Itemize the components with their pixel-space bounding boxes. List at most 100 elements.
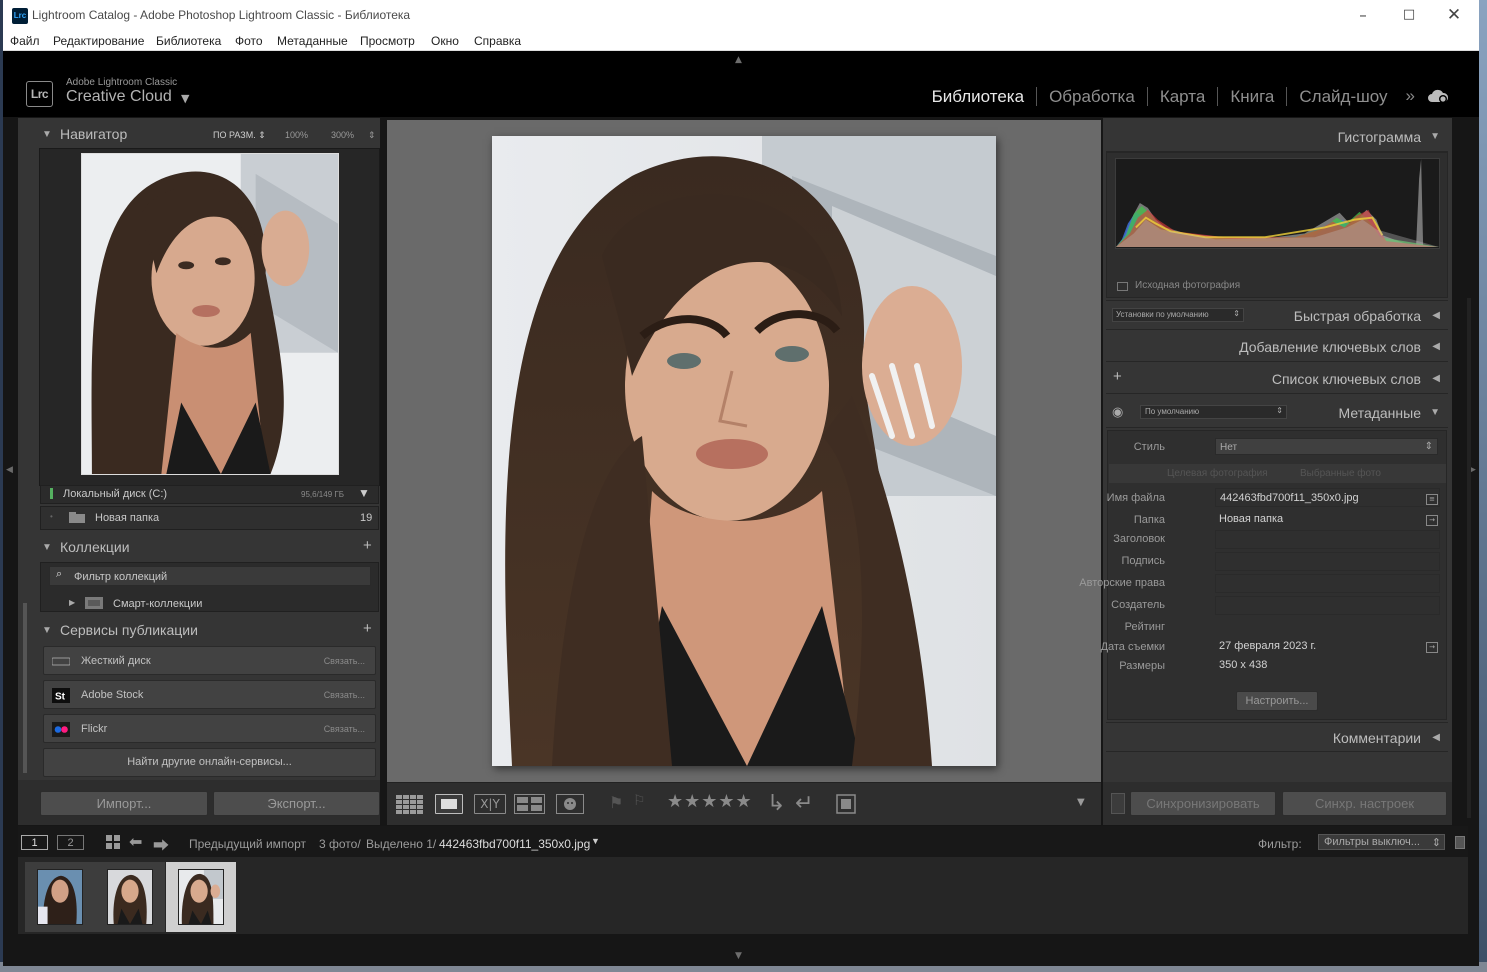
style-select[interactable]: Нет ⇕: [1215, 438, 1438, 455]
menu-view[interactable]: Просмотр: [360, 34, 415, 48]
bottom-panel-toggle-icon[interactable]: ▼: [735, 951, 742, 961]
zoom-100[interactable]: 100%: [285, 130, 308, 140]
filmstrip-filename[interactable]: 442463fbd700f11_350x0.jpg: [439, 837, 590, 851]
add-keyword-icon[interactable]: +: [1113, 368, 1122, 385]
navigator-photo[interactable]: [81, 153, 339, 475]
publish-adobe-stock[interactable]: St Adobe Stock Связать...: [43, 680, 376, 709]
menu-library[interactable]: Библиотека: [156, 34, 221, 48]
collapse-triangle-icon[interactable]: ▼: [42, 625, 52, 636]
forward-arrow-icon[interactable]: ⮕: [153, 832, 169, 856]
rotate-left-icon[interactable]: ↳: [767, 791, 785, 816]
menu-edit[interactable]: Редактирование: [53, 34, 144, 48]
filter-select[interactable]: Фильтры выключ... ⇕: [1318, 834, 1445, 850]
keywording-header[interactable]: Добавление ключевых слов ◀: [1106, 332, 1448, 362]
target-photo-toggle[interactable]: Целевая фотография: [1167, 468, 1268, 479]
menu-window[interactable]: Окно: [431, 34, 459, 48]
preset-select[interactable]: Установки по умолчанию ⇕: [1112, 308, 1244, 322]
add-collection-icon[interactable]: +: [363, 537, 372, 554]
expand-triangle-icon[interactable]: ◀: [1432, 341, 1440, 352]
rating-stars[interactable]: ★★★★★: [667, 791, 753, 812]
auto-sync-toggle[interactable]: [1111, 793, 1125, 814]
primary-display-button[interactable]: 1: [21, 835, 48, 850]
smart-collections-label[interactable]: Смарт-коллекции: [113, 598, 202, 610]
publish-header[interactable]: ▼ Сервисы публикации +: [18, 618, 380, 644]
metadata-preset-select[interactable]: По умолчанию ⇕: [1140, 405, 1287, 419]
eye-icon[interactable]: ◉: [1112, 404, 1123, 420]
import-button[interactable]: Импорт...: [40, 791, 208, 816]
back-arrow-icon[interactable]: ⬅: [129, 832, 142, 852]
filter-lock-icon[interactable]: [1455, 836, 1465, 849]
zoom-stepper-icon[interactable]: ⇕: [368, 130, 376, 141]
collapse-triangle-icon[interactable]: ▼: [1430, 407, 1440, 418]
folder-row[interactable]: [40, 506, 379, 530]
service-connect[interactable]: Связать...: [324, 656, 365, 666]
menu-metadata[interactable]: Метаданные: [277, 34, 348, 48]
publish-hard-drive[interactable]: Жесткий диск Связать...: [43, 646, 376, 675]
comments-header[interactable]: Комментарии ◀: [1106, 722, 1448, 752]
compare-view-icon[interactable]: X|Y: [474, 794, 506, 814]
volume-menu-icon[interactable]: ▼: [358, 486, 370, 500]
sync-metadata-button[interactable]: Синхронизировать: [1130, 791, 1276, 816]
menu-photo[interactable]: Фото: [235, 34, 263, 48]
meta-value-filename[interactable]: 442463fbd700f11_350x0.jpg: [1215, 488, 1440, 507]
publish-flickr[interactable]: Flickr Связать...: [43, 714, 376, 743]
people-view-icon[interactable]: [556, 794, 584, 814]
menu-file[interactable]: Файл: [10, 34, 40, 48]
collapse-triangle-icon[interactable]: ▼: [42, 542, 52, 553]
flag-icon[interactable]: ⚑: [609, 793, 623, 812]
menu-help[interactable]: Справка: [474, 34, 521, 48]
sync-settings-button[interactable]: Синхр. настроек: [1282, 791, 1447, 816]
top-panel-toggle-icon[interactable]: ▲: [735, 55, 742, 65]
go-to-date-icon[interactable]: →: [1426, 642, 1438, 653]
meta-value-title[interactable]: [1215, 530, 1440, 549]
export-button[interactable]: Экспорт...: [213, 791, 380, 816]
minimize-icon[interactable]: –: [1340, 0, 1386, 31]
survey-view-icon[interactable]: [514, 794, 545, 814]
secondary-display-button[interactable]: 2: [57, 835, 84, 850]
loupe-view-icon[interactable]: [435, 794, 463, 814]
collections-header[interactable]: ▼ Коллекции +: [18, 535, 380, 561]
module-develop[interactable]: Обработка: [1036, 86, 1147, 106]
reject-flag-icon[interactable]: ⚐: [633, 793, 646, 809]
go-to-folder-icon[interactable]: →: [1426, 515, 1438, 526]
meta-value-caption[interactable]: [1215, 552, 1440, 571]
filmstrip-thumb-selected[interactable]: [166, 862, 236, 932]
left-panel-toggle-icon[interactable]: ◀: [6, 465, 13, 475]
quick-develop-header[interactable]: Установки по умолчанию ⇕ Быстрая обработк…: [1106, 300, 1448, 330]
filename-menu-icon[interactable]: ▼: [591, 836, 600, 846]
module-slideshow[interactable]: Слайд-шоу: [1286, 86, 1399, 106]
module-map[interactable]: Карта: [1146, 86, 1218, 106]
rotate-right-icon[interactable]: ↵: [795, 791, 813, 816]
original-photo-checkbox[interactable]: [1117, 282, 1128, 291]
service-connect[interactable]: Связать...: [324, 690, 365, 700]
meta-value-rating[interactable]: [1215, 618, 1440, 637]
filmstrip-source[interactable]: Предыдущий импорт: [189, 837, 306, 851]
zoom-300[interactable]: 300%: [331, 130, 354, 140]
module-book[interactable]: Книга: [1217, 86, 1286, 106]
close-icon[interactable]: ✕: [1431, 0, 1477, 31]
right-panel-scrollbar[interactable]: [1467, 298, 1471, 818]
expand-triangle-icon[interactable]: ◀: [1432, 373, 1440, 384]
meta-value-creator[interactable]: [1215, 596, 1440, 615]
selected-photos-toggle[interactable]: Выбранные фото: [1300, 468, 1381, 479]
collapse-triangle-icon[interactable]: ▼: [1430, 131, 1440, 142]
brand-line2[interactable]: Creative Cloud: [66, 88, 172, 106]
maximize-icon[interactable]: □: [1386, 0, 1432, 31]
navigator-header[interactable]: ▼ Навигатор ПО РАЗМ. ⇕ 100% 300% ⇕: [18, 122, 380, 148]
add-publish-service-icon[interactable]: +: [363, 620, 372, 637]
expand-triangle-icon[interactable]: ◀: [1432, 310, 1440, 321]
histogram-header[interactable]: Гистограмма ▼: [1106, 122, 1448, 152]
metadata-header[interactable]: ◉ По умолчанию ⇕ Метаданные ▼: [1106, 398, 1448, 428]
expand-triangle-icon[interactable]: ▶: [69, 598, 75, 607]
keyword-list-header[interactable]: + Список ключевых слов ◀: [1106, 364, 1448, 394]
zoom-fit[interactable]: ПО РАЗМ. ⇕: [213, 130, 266, 141]
module-library[interactable]: Библиотека: [920, 87, 1036, 106]
service-connect[interactable]: Связать...: [324, 724, 365, 734]
crop-frame-icon[interactable]: [835, 793, 857, 815]
histogram-graph[interactable]: [1115, 158, 1440, 249]
filmstrip-thumb[interactable]: [25, 862, 95, 932]
cloud-sync-icon[interactable]: [1427, 88, 1449, 104]
main-photo[interactable]: [492, 136, 996, 766]
chevron-down-icon[interactable]: ▼: [181, 92, 189, 105]
customize-metadata-button[interactable]: Настроить...: [1236, 691, 1318, 711]
